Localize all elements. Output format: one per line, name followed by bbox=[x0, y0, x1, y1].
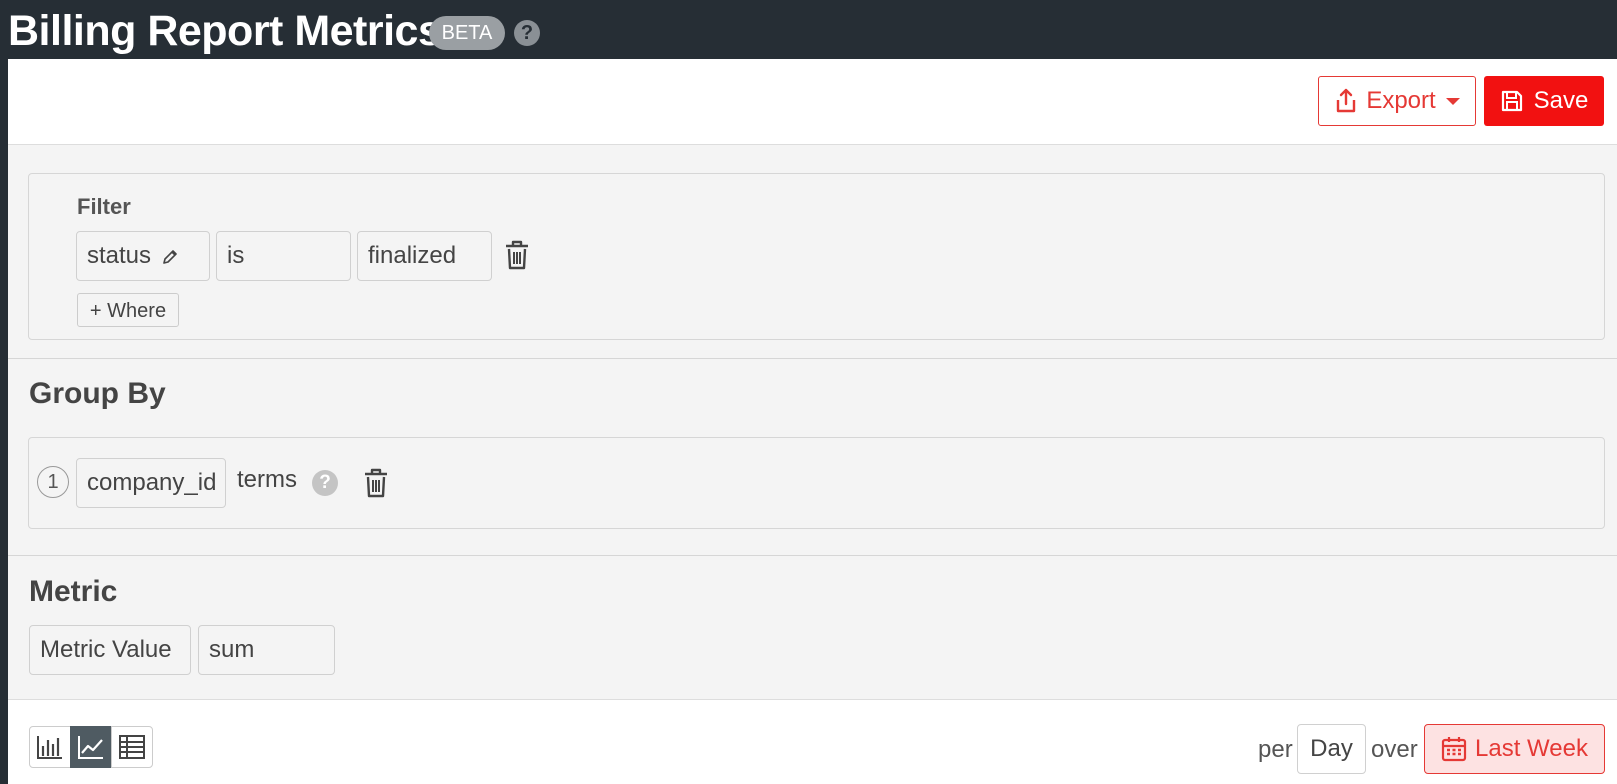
filter-operator-value: is bbox=[227, 242, 245, 269]
metric-field-select[interactable]: Metric Value bbox=[29, 625, 191, 675]
bar-chart-icon bbox=[37, 736, 62, 759]
group-by-title: Group By bbox=[29, 377, 166, 410]
page-header: Billing Report Metrics BETA ? bbox=[0, 0, 1617, 60]
toolbar: Export Save bbox=[8, 59, 1617, 145]
filter-value-text: finalized bbox=[368, 242, 457, 269]
line-chart-view-button[interactable] bbox=[70, 726, 112, 768]
trash-icon[interactable] bbox=[504, 240, 530, 270]
calendar-icon bbox=[1441, 737, 1467, 762]
group-type-label: terms bbox=[237, 466, 297, 493]
date-range-label: Last Week bbox=[1475, 735, 1588, 762]
metric-aggregation-value: sum bbox=[209, 636, 255, 663]
per-label: per bbox=[1258, 736, 1293, 763]
group-by-section: 1 company_id terms ? bbox=[28, 437, 1605, 529]
export-icon bbox=[1337, 88, 1356, 113]
group-field-value: company_id bbox=[87, 469, 217, 496]
save-button[interactable]: Save bbox=[1484, 76, 1604, 126]
filter-label: Filter bbox=[77, 194, 131, 219]
table-view-button[interactable] bbox=[111, 726, 153, 768]
metric-title: Metric bbox=[29, 575, 118, 608]
metric-aggregation-select[interactable]: sum bbox=[198, 625, 335, 675]
group-order-badge: 1 bbox=[37, 466, 69, 498]
save-label: Save bbox=[1533, 87, 1589, 114]
trash-icon[interactable] bbox=[363, 468, 389, 498]
line-chart-icon bbox=[78, 736, 103, 759]
pencil-icon[interactable] bbox=[161, 248, 179, 266]
filter-value-input[interactable]: finalized bbox=[357, 231, 492, 281]
report-panel: Export Save Filter status is finalized +… bbox=[8, 59, 1617, 784]
filter-field-value: status bbox=[87, 242, 152, 269]
bar-chart-view-button[interactable] bbox=[29, 726, 71, 768]
export-label: Export bbox=[1366, 87, 1436, 114]
filter-section: Filter status is finalized + Where bbox=[28, 173, 1605, 340]
filter-operator-select[interactable]: is bbox=[216, 231, 351, 281]
beta-badge: BETA bbox=[429, 16, 505, 50]
metric-field-value: Metric Value bbox=[40, 636, 172, 663]
page-title: Billing Report Metrics bbox=[8, 7, 442, 55]
date-range-button[interactable]: Last Week bbox=[1424, 724, 1605, 774]
footer-bar: per Day over Last Week bbox=[8, 699, 1617, 784]
divider bbox=[8, 555, 1617, 556]
export-button[interactable]: Export bbox=[1318, 76, 1476, 126]
group-field-select[interactable]: company_id bbox=[76, 458, 226, 508]
save-icon bbox=[1501, 90, 1522, 112]
table-icon bbox=[119, 735, 145, 759]
help-icon[interactable]: ? bbox=[312, 470, 338, 496]
filter-field-select[interactable]: status bbox=[76, 231, 210, 281]
interval-select[interactable]: Day bbox=[1297, 724, 1366, 774]
help-icon[interactable]: ? bbox=[514, 20, 540, 46]
chevron-down-icon bbox=[1445, 97, 1460, 105]
over-label: over bbox=[1371, 736, 1418, 763]
divider bbox=[8, 358, 1617, 359]
add-where-button[interactable]: + Where bbox=[77, 293, 179, 327]
